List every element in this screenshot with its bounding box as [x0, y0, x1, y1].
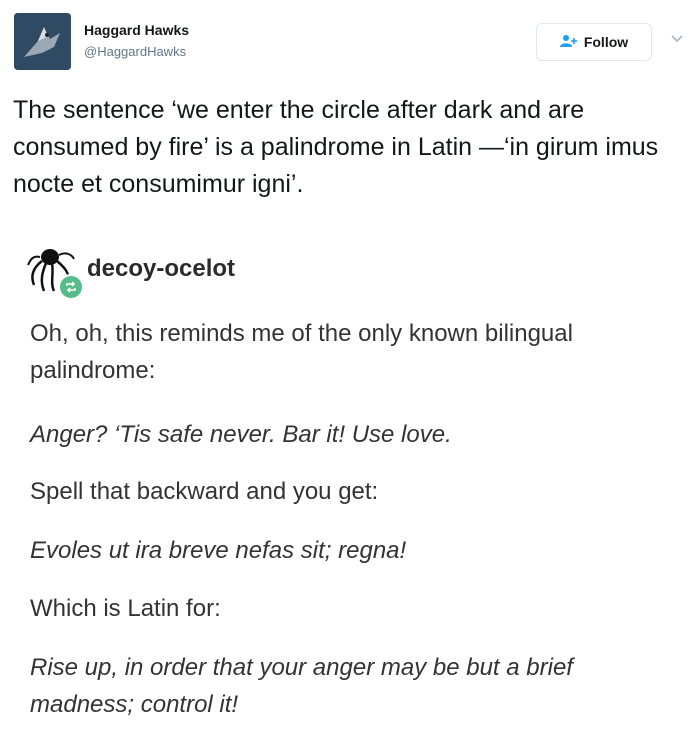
follow-label: Follow	[583, 34, 629, 50]
tweet-header: Haggard Hawks @HaggardHawks Follow	[0, 0, 700, 80]
post-paragraph: Which is Latin for:	[30, 595, 221, 622]
reblog-icon	[58, 274, 84, 300]
post-paragraph: Anger? ‘Tis safe never. Bar it! Use love…	[30, 421, 452, 448]
tumblr-post-header: decoy-ocelot	[26, 245, 426, 301]
author-name[interactable]: Haggard Hawks	[84, 22, 189, 38]
follow-button[interactable]: Follow	[536, 23, 652, 61]
post-paragraph: Evoles ut ira breve nefas sit; regna!	[30, 537, 407, 564]
post-paragraph: Rise up, in order that your anger may be…	[30, 654, 573, 718]
post-paragraph: Spell that backward and you get:	[30, 478, 379, 505]
hawk-avatar[interactable]	[14, 13, 71, 70]
add-user-icon	[559, 34, 578, 51]
tweet-text: The sentence ‘we enter the circle after …	[13, 96, 659, 198]
post-paragraph: Oh, oh, this reminds me of the only know…	[30, 320, 573, 384]
chevron-down-icon[interactable]	[669, 30, 685, 46]
author-handle[interactable]: @HaggardHawks	[84, 44, 186, 59]
tumblr-username[interactable]: decoy-ocelot	[87, 255, 235, 283]
